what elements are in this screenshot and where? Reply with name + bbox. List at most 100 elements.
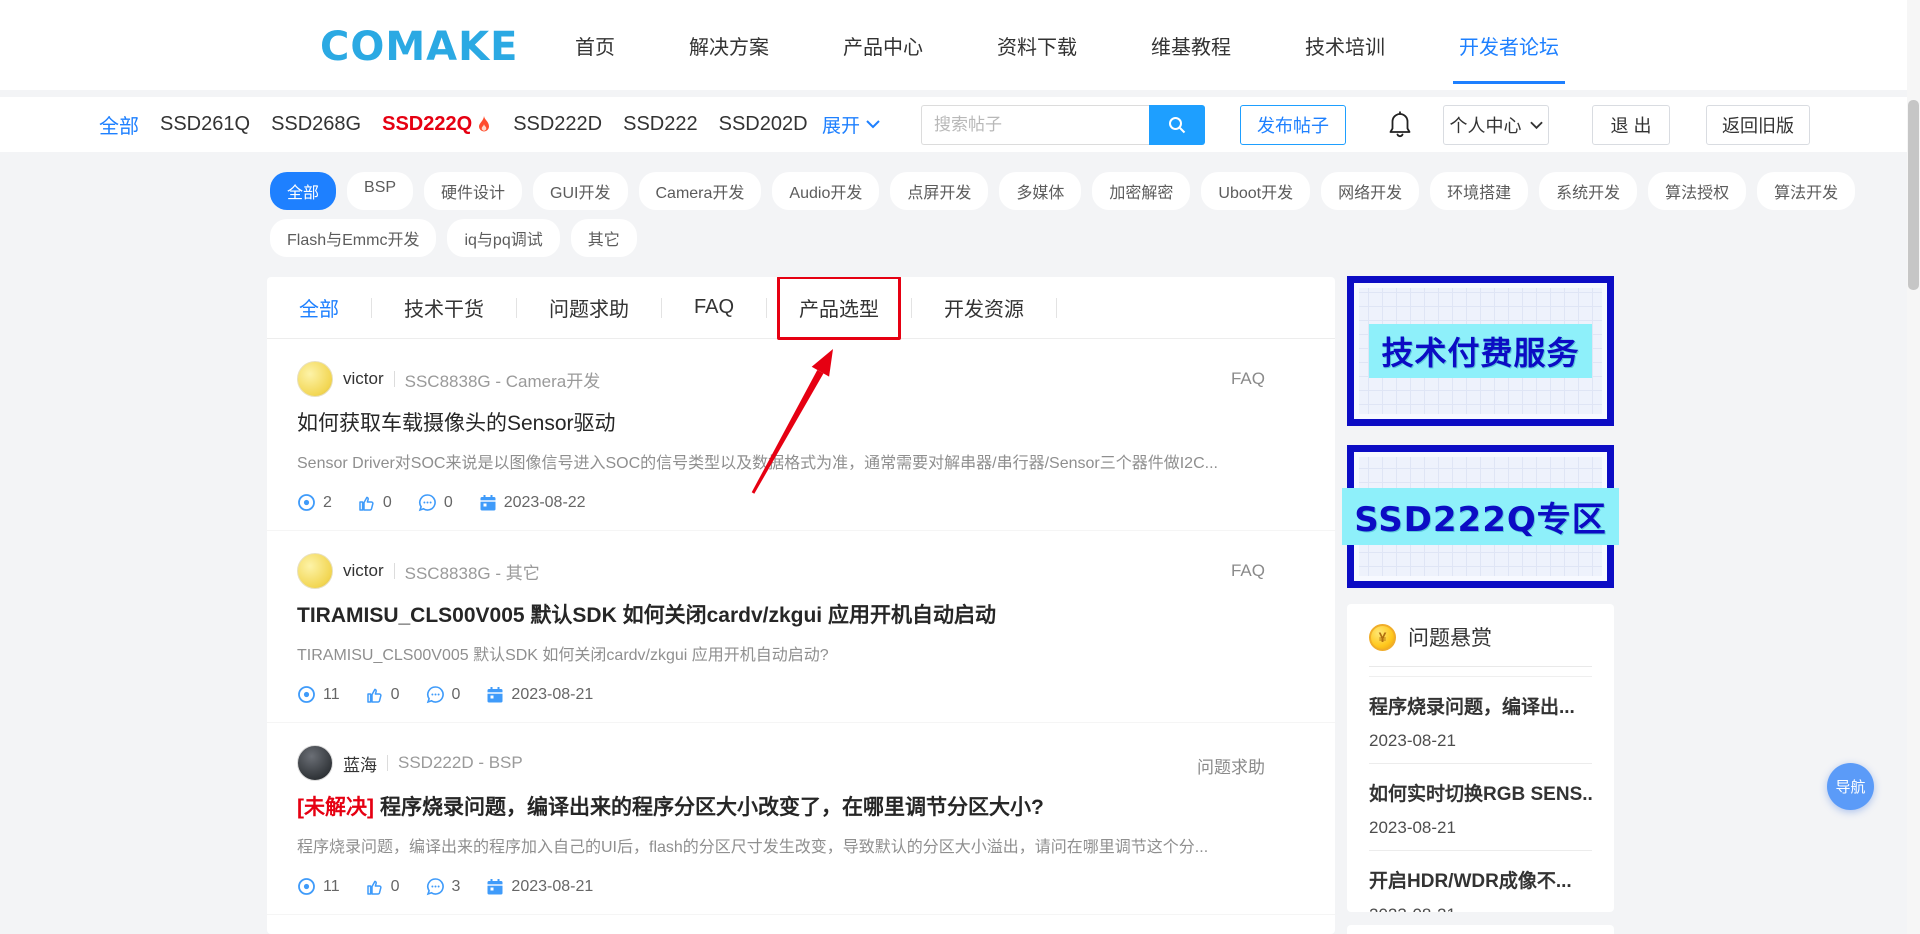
bounty-title: 问题悬赏 — [1408, 622, 1492, 652]
tab-product-selection[interactable]: 产品选型 — [799, 293, 879, 322]
filter-chip-camera[interactable]: Camera开发 — [639, 172, 762, 210]
search-button[interactable] — [1149, 105, 1205, 145]
comment-icon — [426, 685, 445, 704]
divider — [387, 755, 388, 771]
comake-logo[interactable]: COMAKE — [320, 24, 518, 70]
scrollbar-thumb[interactable] — [1908, 100, 1919, 290]
page: COMAKE 首页 解决方案 产品中心 资料下载 维基教程 技术培训 开发者论坛… — [0, 0, 1920, 934]
model-tab-ssd202d[interactable]: SSD202D — [719, 113, 808, 136]
tab-help[interactable]: 问题求助 — [549, 293, 629, 322]
avatar[interactable] — [297, 745, 333, 781]
filter-chip-system[interactable]: 系统开发 — [1539, 172, 1637, 210]
filter-chip-flash-emmc[interactable]: Flash与Emmc开发 — [270, 219, 436, 257]
tab-divider — [1056, 298, 1057, 318]
tab-divider — [661, 298, 662, 318]
avatar[interactable] — [297, 361, 333, 397]
filter-chip-all[interactable]: 全部 — [270, 172, 336, 210]
create-post-button[interactable]: 发布帖子 — [1240, 105, 1346, 145]
filter-chip-iq-pq[interactable]: iq与pq调试 — [447, 219, 559, 257]
category-filters: 全部 BSP 硬件设计 GUI开发 Camera开发 Audio开发 点屏开发 … — [270, 172, 1630, 266]
filter-chip-other[interactable]: 其它 — [571, 219, 637, 257]
post-title-text: 程序烧录问题，编译出来的程序分区大小改变了，在哪里调节分区大小? — [380, 796, 1044, 819]
filter-chip-hardware[interactable]: 硬件设计 — [424, 172, 522, 210]
comments-count: 0 — [418, 493, 453, 512]
model-tab-ssd222[interactable]: SSD222 — [623, 113, 698, 136]
post-category: SSC8838G - 其它 — [405, 559, 540, 584]
filter-chip-audio[interactable]: Audio开发 — [772, 172, 879, 210]
views-value: 2 — [323, 494, 332, 512]
top-header: COMAKE 首页 解决方案 产品中心 资料下载 维基教程 技术培训 开发者论坛 — [0, 0, 1920, 90]
old-version-button[interactable]: 返回旧版 — [1706, 105, 1810, 145]
date-value: 2023-08-21 — [511, 878, 593, 896]
post-header: victor SSC8838G - Camera开发 FAQ — [297, 361, 1265, 397]
views-count: 11 — [297, 877, 340, 896]
tab-all[interactable]: 全部 — [299, 293, 339, 322]
post-author[interactable]: victor — [343, 561, 384, 581]
model-tab-ssd268g[interactable]: SSD268G — [271, 113, 361, 136]
post-item: victor SSC8838G - 其它 FAQ — [267, 915, 1335, 934]
filter-chip-bsp[interactable]: BSP — [347, 172, 413, 210]
nav-item-training[interactable]: 技术培训 — [1305, 0, 1385, 90]
bounty-item-title[interactable]: 程序烧录问题，编译出... — [1369, 692, 1592, 719]
avatar[interactable] — [297, 553, 333, 589]
logout-button[interactable]: 退 出 — [1592, 105, 1670, 145]
post-author[interactable]: 蓝海 — [343, 751, 377, 776]
nav-item-solutions[interactable]: 解决方案 — [689, 0, 769, 90]
filter-chip-multimedia[interactable]: 多媒体 — [999, 172, 1081, 210]
nav-item-downloads[interactable]: 资料下载 — [997, 0, 1077, 90]
model-tab-ssd222d[interactable]: SSD222D — [513, 113, 602, 136]
nav-item-home[interactable]: 首页 — [575, 0, 615, 90]
filter-chip-encryption[interactable]: 加密解密 — [1092, 172, 1190, 210]
bounty-item-title[interactable]: 开启HDR/WDR成像不... — [1369, 866, 1592, 893]
filter-chip-algo-dev[interactable]: 算法开发 — [1757, 172, 1855, 210]
search-icon — [1167, 115, 1187, 135]
nav-item-forum[interactable]: 开发者论坛 — [1459, 0, 1559, 90]
filter-chip-network[interactable]: 网络开发 — [1321, 172, 1419, 210]
comment-icon — [418, 493, 437, 512]
eye-icon — [297, 877, 316, 896]
post-date: 2023-08-21 — [486, 686, 593, 704]
post-title[interactable]: [未解决] 程序烧录问题，编译出来的程序分区大小改变了，在哪里调节分区大小? — [297, 793, 1265, 823]
model-tab-ssd261q[interactable]: SSD261Q — [160, 113, 250, 136]
notification-bell[interactable] — [1383, 108, 1417, 142]
comment-icon — [426, 877, 445, 896]
tab-dev-resources[interactable]: 开发资源 — [944, 293, 1024, 322]
post-header: 蓝海 SSD222D - BSP 问题求助 — [297, 745, 1265, 781]
banner-paid-tech-service[interactable]: 技术付费服务 — [1347, 276, 1614, 426]
search-input[interactable] — [921, 105, 1149, 145]
post-title[interactable]: TIRAMISU_CLS00V005 默认SDK 如何关闭cardv/zkgui… — [297, 601, 1265, 631]
tab-tech-articles[interactable]: 技术干货 — [404, 293, 484, 322]
likes-value: 0 — [383, 494, 392, 512]
profile-menu-button[interactable]: 个人中心 — [1443, 105, 1549, 145]
post-title[interactable]: 如何获取车载摄像头的Sensor驱动 — [297, 409, 1265, 439]
model-tab-ssd222q[interactable]: SSD222Q — [382, 113, 492, 136]
tab-faq[interactable]: FAQ — [694, 296, 734, 319]
main-nav: 首页 解决方案 产品中心 资料下载 维基教程 技术培训 开发者论坛 — [575, 0, 1559, 90]
filter-chip-environment[interactable]: 环境搭建 — [1430, 172, 1528, 210]
likes-count: 0 — [366, 878, 400, 896]
floating-nav-button[interactable]: 导航 — [1827, 763, 1874, 810]
coin-icon: ¥ — [1369, 624, 1396, 651]
filter-chip-gui[interactable]: GUI开发 — [533, 172, 627, 210]
tab-divider — [911, 298, 912, 318]
filter-chip-algo-license[interactable]: 算法授权 — [1648, 172, 1746, 210]
post-excerpt: Sensor Driver对SOC来说是以图像信号进入SOC的信号类型以及数据格… — [297, 453, 1265, 475]
bounty-header: ¥ 问题悬赏 — [1369, 622, 1592, 652]
banner-ssd222q-zone[interactable]: SSD222Q专区 — [1347, 445, 1614, 588]
bounty-item-title[interactable]: 如何实时切换RGB SENS... — [1369, 779, 1592, 806]
filter-chip-screen[interactable]: 点屏开发 — [890, 172, 988, 210]
model-tab-all[interactable]: 全部 — [99, 110, 139, 139]
divider — [1369, 666, 1592, 667]
views-value: 11 — [323, 878, 340, 896]
nav-item-wiki[interactable]: 维基教程 — [1151, 0, 1231, 90]
views-count: 2 — [297, 493, 332, 512]
expand-toggle[interactable]: 展开 — [822, 97, 880, 152]
filter-chip-uboot[interactable]: Uboot开发 — [1201, 172, 1310, 210]
bounty-item-date: 2023-08-21 — [1369, 818, 1592, 838]
post-stats: 2 0 0 — [297, 493, 1265, 512]
unsolved-tag: [未解决] — [297, 796, 374, 819]
post-excerpt: TIRAMISU_CLS00V005 默认SDK 如何关闭cardv/zkgui… — [297, 645, 1265, 667]
nav-item-products[interactable]: 产品中心 — [843, 0, 923, 90]
post-author[interactable]: victor — [343, 369, 384, 389]
divider — [1369, 850, 1592, 851]
